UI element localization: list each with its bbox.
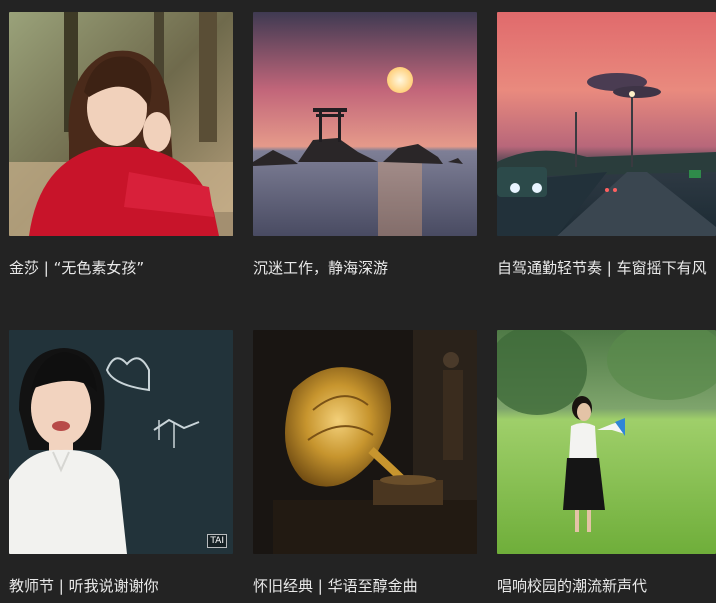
playlist-cover-image[interactable]: TAI <box>9 330 233 554</box>
playlist-title[interactable]: 怀旧经典 | 华语至醇金曲 <box>253 576 477 596</box>
playlist-cover-image[interactable] <box>253 330 477 554</box>
playlist-title[interactable]: 自驾通勤轻节奏 | 车窗摇下有风 <box>497 258 716 278</box>
playlist-cover-image[interactable] <box>253 12 477 236</box>
playlist-cover-image[interactable] <box>497 330 716 554</box>
playlist-title[interactable]: 唱响校园的潮流新声代 <box>497 576 716 596</box>
playlist-title[interactable]: 金莎 | “无色素女孩” <box>9 258 233 278</box>
playlist-cover-image[interactable] <box>497 12 716 236</box>
playlist-cover-image[interactable] <box>9 12 233 236</box>
playlist-title[interactable]: 沉迷工作，静海深游 <box>253 258 477 278</box>
watermark-logo: TAI <box>207 534 227 548</box>
playlist-title[interactable]: 教师节 | 听我说谢谢你 <box>9 576 233 596</box>
